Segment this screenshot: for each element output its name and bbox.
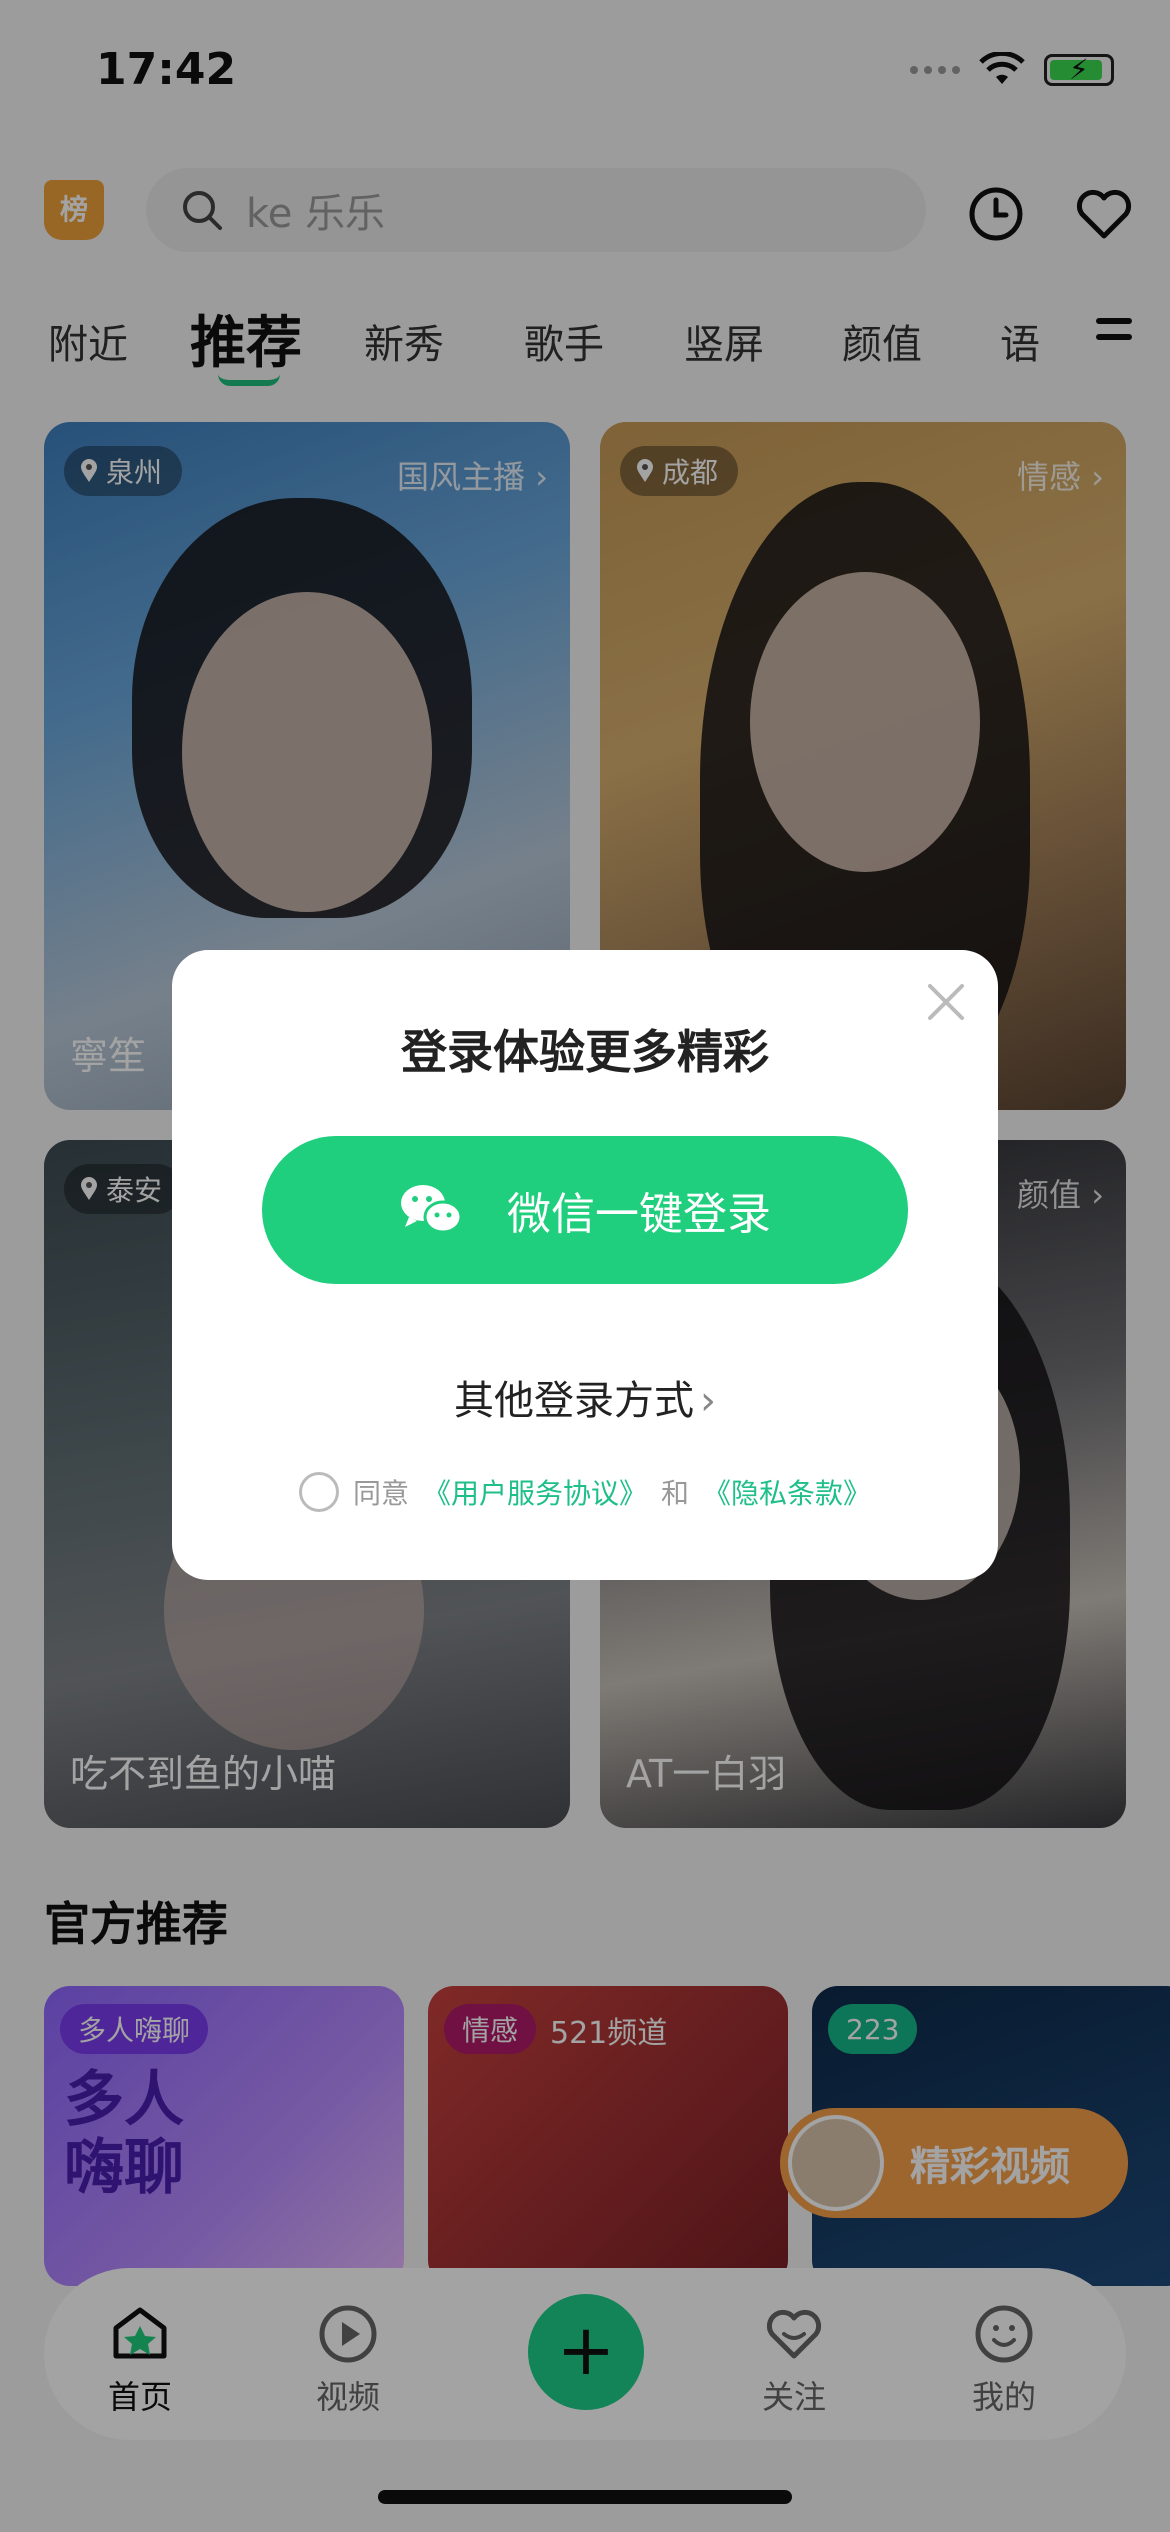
agree-checkbox[interactable]	[298, 1472, 339, 1512]
wechat-icon	[401, 1185, 463, 1234]
other-login-label: 其他登录方式	[454, 1378, 694, 1424]
wechat-login-label: 微信一键登录	[507, 1189, 771, 1240]
chevron-right-icon: ›	[700, 1378, 716, 1424]
wechat-login-button[interactable]: 微信一键登录	[262, 1136, 908, 1284]
user-agreement-link[interactable]: 《用户服务协议》	[423, 1472, 647, 1512]
privacy-link[interactable]: 《隐私条款》	[703, 1472, 871, 1512]
login-modal: 登录体验更多精彩 微信一键登录 其他登录方式 › 同意 《用户服务协议》 和 《隐…	[172, 950, 998, 1580]
agree-prefix: 同意	[352, 1477, 409, 1510]
modal-title: 登录体验更多精彩	[401, 1025, 769, 1079]
other-login-link[interactable]: 其他登录方式 ›	[172, 1368, 998, 1426]
agreement-row: 同意 《用户服务协议》 和 《隐私条款》	[172, 1472, 998, 1512]
agree-and: 和	[661, 1477, 690, 1510]
